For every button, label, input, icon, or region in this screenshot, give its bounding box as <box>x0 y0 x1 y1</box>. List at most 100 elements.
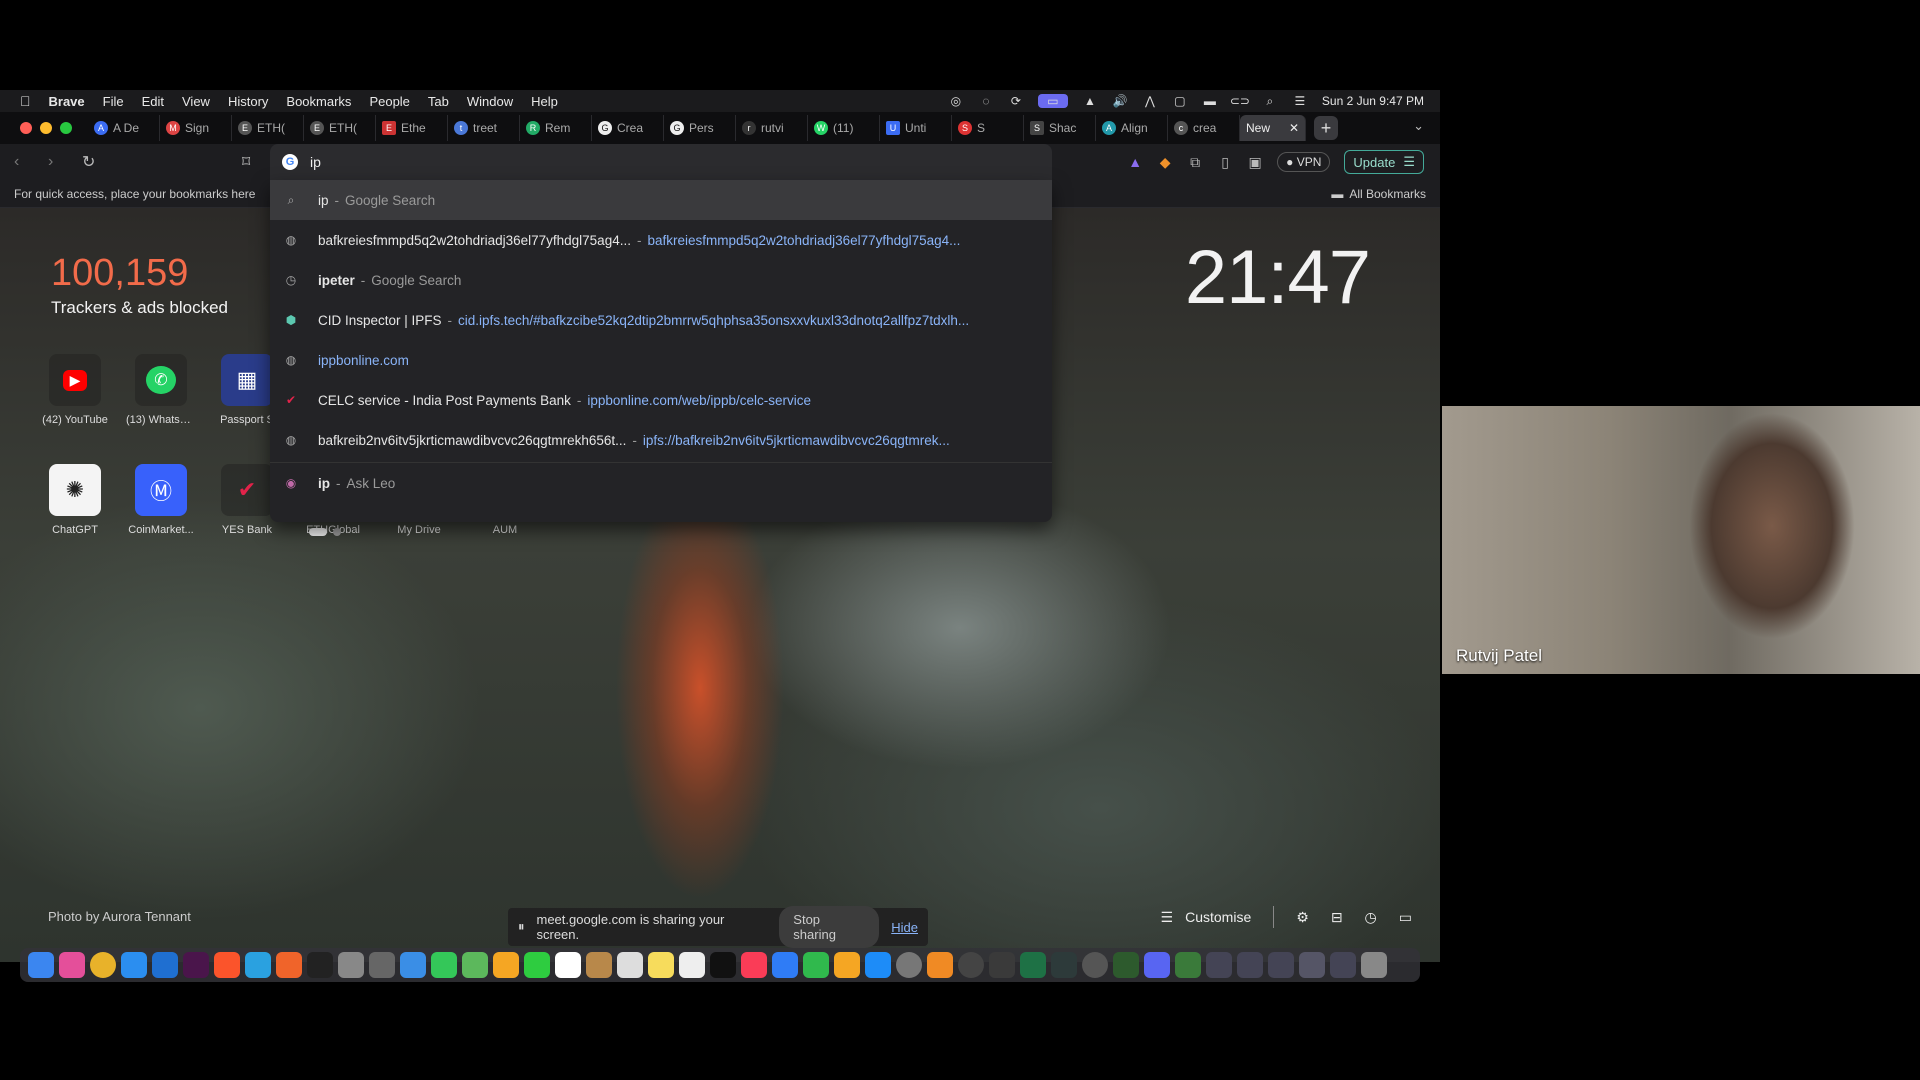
vscode-icon[interactable] <box>152 952 178 978</box>
tab[interactable]: G Pers <box>664 115 736 141</box>
battery-icon[interactable]: ▬ <box>1202 94 1218 108</box>
telegram-icon[interactable] <box>245 952 271 978</box>
link-tray-icon[interactable]: ⊂⊃ <box>1230 94 1250 108</box>
suggestion-url[interactable]: ◍ bafkreib2nv6itv5jkrticmawdibvcvc26qgtm… <box>270 420 1052 460</box>
video-call-icon[interactable]: ▭ <box>1399 909 1412 926</box>
customise-button[interactable]: ☰ Customise <box>1161 909 1252 926</box>
calendar-icon[interactable] <box>555 952 581 978</box>
top-site-whatsapp[interactable]: ✆ (13) WhatsA... <box>126 354 196 426</box>
top-site-coinmarketcap[interactable]: Ⓜ CoinMarket... <box>126 464 196 536</box>
participant-video-tile[interactable]: Rutvij Patel <box>1442 406 1920 674</box>
menu-help[interactable]: Help <box>531 94 558 109</box>
page-dot-active[interactable] <box>309 528 327 536</box>
sync-tray-icon[interactable]: ⟳ <box>1008 94 1024 108</box>
minimize-window-button[interactable] <box>40 122 52 134</box>
menu-file[interactable]: File <box>103 94 124 109</box>
circle-tray-icon[interactable]: ◌ <box>978 94 994 108</box>
mongodb-icon[interactable] <box>1113 952 1139 978</box>
page-dot[interactable] <box>333 528 341 536</box>
launchpad-icon[interactable] <box>59 952 85 978</box>
slack-icon[interactable] <box>183 952 209 978</box>
suggestion-search[interactable]: ⌕ ip - Google Search <box>270 180 1052 220</box>
bookmark-icon[interactable]: ⌑ <box>242 152 262 172</box>
apple-icon[interactable]:  <box>20 93 31 109</box>
menu-view[interactable]: View <box>182 94 210 109</box>
back-icon[interactable]: ‹ <box>14 153 34 171</box>
system-settings-icon[interactable] <box>896 952 922 978</box>
notes-icon[interactable] <box>648 952 674 978</box>
address-bar[interactable]: G <box>270 144 1052 180</box>
menu-window[interactable]: Window <box>467 94 513 109</box>
update-button[interactable]: Update ☰ <box>1344 150 1424 174</box>
stop-sharing-button[interactable]: Stop sharing <box>779 906 880 948</box>
spotlight-icon[interactable]: ⌕ <box>1262 94 1278 108</box>
suggestion-history[interactable]: ◷ ipeter - Google Search <box>270 260 1052 300</box>
screenshot-icon[interactable] <box>338 952 364 978</box>
tab[interactable]: E Ethe <box>376 115 448 141</box>
reload-icon[interactable]: ↻ <box>82 152 102 172</box>
tab[interactable]: M Sign <box>160 115 232 141</box>
numbers-icon[interactable] <box>803 952 829 978</box>
app-tray-icon[interactable]: ⋀ <box>1142 94 1158 108</box>
terminal-icon[interactable] <box>1051 952 1077 978</box>
top-site-youtube[interactable]: ▶ (42) YouTube <box>40 354 110 426</box>
tab[interactable]: E ETH( <box>232 115 304 141</box>
all-bookmarks-button[interactable]: ▬ All Bookmarks <box>1331 187 1426 201</box>
openai-icon[interactable] <box>958 952 984 978</box>
tab[interactable]: c crea <box>1168 115 1240 141</box>
battery-app-tray-icon[interactable]: ▲ <box>1082 94 1098 108</box>
suggestion-url[interactable]: ⬢ CID Inspector | IPFS - cid.ipfs.tech/#… <box>270 300 1052 340</box>
contacts-icon[interactable] <box>586 952 612 978</box>
chevron-down-icon[interactable]: ⌄ <box>1413 118 1424 134</box>
calculator-icon[interactable] <box>369 952 395 978</box>
window-thumbnail-icon[interactable] <box>1206 952 1232 978</box>
tab[interactable]: G Crea <box>592 115 664 141</box>
address-input[interactable] <box>310 154 1010 170</box>
excel-icon[interactable] <box>1020 952 1046 978</box>
maps-icon[interactable] <box>462 952 488 978</box>
tab[interactable]: R Rem <box>520 115 592 141</box>
postman-icon[interactable] <box>276 952 302 978</box>
menu-edit[interactable]: Edit <box>142 94 164 109</box>
suggestion-ask-leo[interactable]: ◉ ip - Ask Leo <box>270 463 1052 503</box>
close-tab-icon[interactable]: ✕ <box>1289 121 1299 135</box>
suggestion-url[interactable]: ◍ ippbonline.com <box>270 340 1052 380</box>
volume-icon[interactable]: 🔊 <box>1112 94 1128 108</box>
reminders-icon[interactable] <box>617 952 643 978</box>
brave-icon[interactable] <box>214 952 240 978</box>
zoom-window-button[interactable] <box>60 122 72 134</box>
document-icon[interactable] <box>1175 952 1201 978</box>
mail-icon[interactable] <box>400 952 426 978</box>
tab-active[interactable]: New ✕ <box>1240 115 1306 141</box>
tab[interactable]: E ETH( <box>304 115 376 141</box>
chrome-icon[interactable] <box>90 952 116 978</box>
app-icon[interactable] <box>989 952 1015 978</box>
vpn-button[interactable]: ● VPN <box>1277 152 1331 172</box>
tab[interactable]: A A De <box>88 115 160 141</box>
top-site-chatgpt[interactable]: ✺ ChatGPT <box>40 464 110 536</box>
photo-credit[interactable]: Photo by Aurora Tennant <box>48 909 191 924</box>
control-center-icon[interactable]: ☰ <box>1292 94 1308 108</box>
hide-button[interactable]: Hide <box>891 920 918 935</box>
window-thumbnail-icon[interactable] <box>1330 952 1356 978</box>
freeform-icon[interactable] <box>679 952 705 978</box>
openai-tray-icon[interactable]: ◎ <box>948 94 964 108</box>
safari-icon[interactable] <box>121 952 147 978</box>
tab[interactable]: W (11) <box>808 115 880 141</box>
suggestion-url[interactable]: ◍ bafkreiesfmmpd5q2w2tohdriadj36el77yfhd… <box>270 220 1052 260</box>
screen-share-tray-icon[interactable]: ▭ <box>1037 94 1068 108</box>
finder-icon[interactable] <box>28 952 54 978</box>
history-icon[interactable]: ◷ <box>1365 909 1377 926</box>
window-thumbnail-icon[interactable] <box>1299 952 1325 978</box>
vlc-icon[interactable] <box>927 952 953 978</box>
display-icon[interactable]: ▢ <box>1172 94 1188 108</box>
music-icon[interactable] <box>741 952 767 978</box>
trash-icon[interactable] <box>1361 952 1387 978</box>
discord-icon[interactable] <box>1144 952 1170 978</box>
leo-icon[interactable]: ▲ <box>1127 154 1143 170</box>
close-window-button[interactable] <box>20 122 32 134</box>
window-thumbnail-icon[interactable] <box>1237 952 1263 978</box>
apple-tv-icon[interactable] <box>710 952 736 978</box>
new-tab-button[interactable]: + <box>1314 116 1338 140</box>
pages-icon[interactable] <box>834 952 860 978</box>
